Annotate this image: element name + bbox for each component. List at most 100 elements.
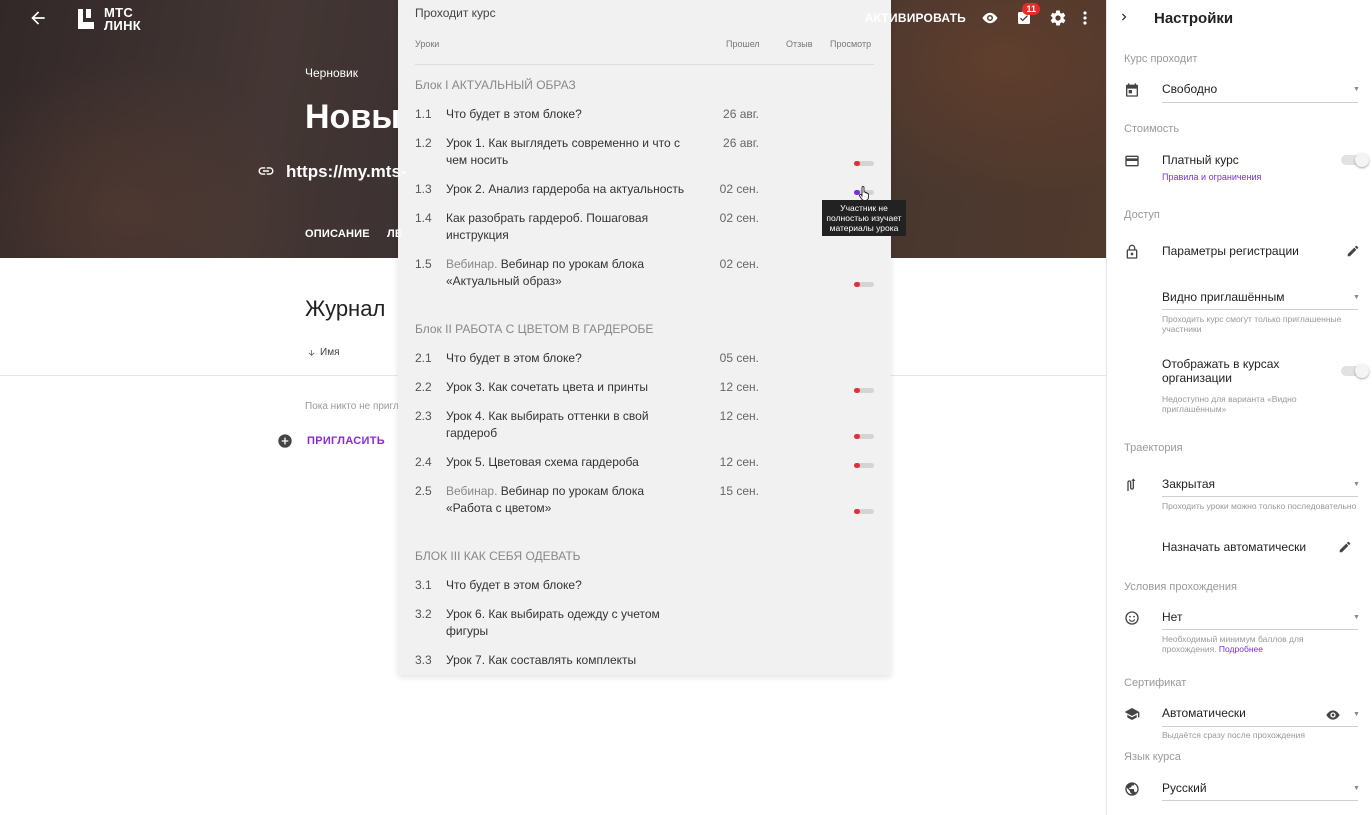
panel-table-header: Уроки Прошел Отзыв Просмотр (415, 39, 874, 65)
lesson-date: 26 авг. (723, 107, 759, 121)
lesson-row[interactable]: 1.2 Урок 1. Как выглядеть современно и чт… (415, 135, 874, 169)
tasks-button[interactable]: 11 (1014, 3, 1040, 28)
lesson-date: 26 авг. (723, 136, 759, 150)
back-arrow-icon[interactable] (28, 8, 48, 28)
lesson-date: 02 сен. (719, 182, 759, 196)
lesson-row[interactable]: 3.3 Урок 7. Как составлять комплекты (415, 652, 874, 669)
lesson-title: Урок 7. Как составлять комплекты (446, 653, 637, 667)
tab-lessons[interactable]: ЛЕ (387, 228, 402, 240)
tab-description[interactable]: ОПИСАНИЕ (305, 228, 370, 240)
sort-by-name[interactable]: Имя (307, 347, 339, 358)
lesson-type-tag: Вебинар. (446, 257, 498, 271)
lesson-row[interactable]: 1.1 Что будет в этом блоке? 26 авг. (415, 106, 874, 123)
lesson-title: Что будет в этом блоке? (446, 578, 582, 592)
course-title[interactable]: Новы (305, 98, 400, 137)
lesson-name: Урок 2. Анализ гардероба на актуальность (446, 181, 691, 198)
lesson-number: 2.5 (415, 484, 432, 498)
certificate-select[interactable]: Автоматически (1162, 706, 1246, 720)
pencil-icon[interactable] (1338, 540, 1352, 554)
lesson-date: 02 сен. (719, 257, 759, 271)
language-select[interactable]: Русский (1162, 781, 1207, 795)
column-view: Просмотр (830, 39, 872, 49)
lesson-name: Урок 4. Как выбирать оттенки в свой гард… (446, 408, 691, 442)
lesson-type-tag: Вебинар. (446, 484, 498, 498)
column-passed: Прошел (726, 39, 760, 49)
lesson-row[interactable]: 2.2 Урок 3. Как сочетать цвета и принты 12… (415, 379, 874, 396)
trajectory-hint: Проходить уроки можно только последовате… (1162, 501, 1357, 511)
select-underline (1162, 496, 1358, 497)
calendar-icon (1126, 83, 1138, 97)
credit-card-icon (1125, 155, 1139, 167)
lesson-number: 2.1 (415, 351, 432, 365)
caret-down-icon: ▼ (1353, 614, 1360, 621)
lesson-number: 3.1 (415, 578, 432, 592)
show-in-org-toggle[interactable] (1341, 364, 1369, 378)
logo-mark-icon (78, 9, 94, 29)
cost-label: Стоимость (1124, 123, 1180, 135)
paid-course-toggle[interactable] (1341, 153, 1369, 167)
view-progress-indicator[interactable] (854, 161, 874, 166)
lesson-row[interactable]: 1.5 Вебинар. Вебинар по урокам блока «Акт… (415, 256, 874, 290)
rules-link[interactable]: Правила и ограничения (1162, 172, 1261, 182)
smiley-icon (1125, 611, 1139, 625)
auto-assign-label: Назначать автоматически (1162, 540, 1307, 554)
settings-sidebar: Настройки Курс проходит Свободно ▼ Стоим… (1106, 0, 1372, 815)
preview-button[interactable] (980, 8, 1000, 28)
conditions-select[interactable]: Нет (1162, 610, 1182, 624)
block-title: Блок II РАБОТА С ЦВЕТОМ В ГАРДЕРОБЕ (415, 322, 654, 336)
empty-state-text: Пока никто не пригл (305, 401, 399, 412)
lesson-title: Урок 4. Как выбирать оттенки в свой гард… (446, 409, 649, 440)
block-title: БЛОК III КАК СЕБЯ ОДЕВАТЬ (415, 549, 581, 563)
progress-panel: Проходит курс Уроки Прошел Отзыв Просмот… (398, 0, 891, 675)
lesson-row[interactable]: 1.3 Урок 2. Анализ гардероба на актуально… (415, 181, 874, 198)
settings-header: Настройки (1107, 0, 1372, 38)
link-icon[interactable] (257, 162, 275, 180)
lesson-name: Что будет в этом блоке? (446, 106, 691, 123)
mts-link-logo[interactable]: МТС ЛИНК (76, 6, 141, 32)
view-progress-indicator[interactable] (854, 388, 874, 393)
lesson-row[interactable]: 2.1 Что будет в этом блоке? 05 сен. (415, 350, 874, 367)
eye-icon[interactable] (1325, 707, 1341, 723)
view-progress-indicator[interactable] (854, 434, 874, 439)
lesson-row[interactable]: 3.2 Урок 6. Как выбирать одежду с учетом … (415, 606, 874, 640)
pencil-icon[interactable] (1346, 244, 1360, 258)
more-menu-button[interactable] (1082, 8, 1088, 28)
trajectory-select[interactable]: Закрытая (1162, 477, 1215, 491)
lesson-date: 15 сен. (719, 484, 759, 498)
lesson-number: 2.4 (415, 455, 432, 469)
graduation-cap-icon (1124, 708, 1140, 720)
view-progress-indicator[interactable] (854, 463, 874, 468)
lesson-title: Что будет в этом блоке? (446, 351, 582, 365)
conditions-hint: Необходимый минимум баллов для прохожден… (1162, 634, 1304, 654)
course-url[interactable]: https://my.mts- (286, 162, 407, 182)
caret-down-icon: ▼ (1353, 711, 1360, 718)
course-passes-select[interactable]: Свободно (1162, 82, 1217, 96)
view-progress-indicator[interactable] (854, 282, 874, 287)
lesson-row[interactable]: 2.3 Урок 4. Как выбирать оттенки в свой г… (415, 408, 874, 442)
activate-button[interactable]: АКТИВИРОВАТЬ (865, 11, 966, 25)
lesson-title: Урок 6. Как выбирать одежду с учетом фиг… (446, 607, 660, 638)
caret-down-icon: ▼ (1353, 294, 1360, 301)
logo-text: МТС ЛИНК (104, 5, 141, 33)
chevron-right-icon[interactable] (1117, 10, 1131, 24)
view-progress-indicator[interactable] (854, 509, 874, 514)
lesson-row[interactable]: 3.1 Что будет в этом блоке? (415, 577, 874, 594)
caret-down-icon: ▼ (1353, 785, 1360, 792)
eye-icon (982, 12, 998, 24)
lesson-number: 1.1 (415, 107, 432, 121)
lesson-number: 1.4 (415, 211, 432, 225)
lesson-row[interactable]: 2.5 Вебинар. Вебинар по урокам блока «Раб… (415, 483, 874, 517)
lesson-row[interactable]: 1.4 Как разобрать гардероб. Пошаговая инс… (415, 210, 874, 244)
lesson-name: Урок 1. Как выглядеть современно и что с… (446, 135, 691, 169)
lesson-number: 1.2 (415, 136, 432, 150)
caret-down-icon: ▼ (1353, 86, 1360, 93)
conditions-more-link[interactable]: Подробнее (1219, 644, 1263, 654)
lesson-row[interactable]: 2.4 Урок 5. Цветовая схема гардероба 12 се… (415, 454, 874, 471)
settings-button[interactable] (1048, 8, 1068, 28)
hero-actions: АКТИВИРОВАТЬ 11 (865, 3, 1088, 28)
hand-cursor-icon (858, 186, 869, 201)
invite-button[interactable]: ПРИГЛАСИТЬ (277, 433, 385, 449)
lesson-name: Что будет в этом блоке? (446, 350, 691, 367)
visibility-select[interactable]: Видно приглашённым (1162, 290, 1284, 304)
settings-title: Настройки (1154, 10, 1234, 27)
